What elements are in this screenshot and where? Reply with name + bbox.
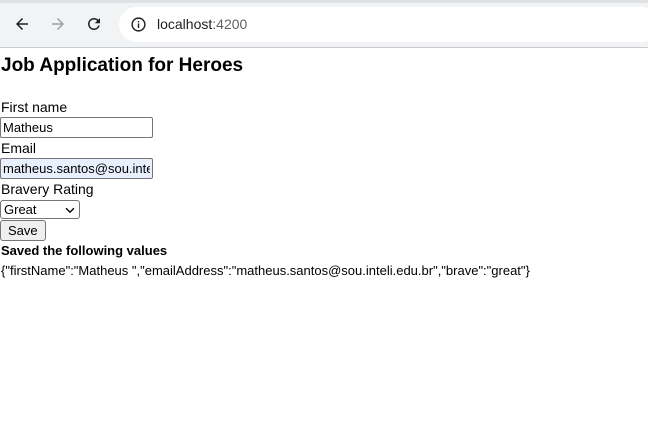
reload-icon: [87, 17, 100, 30]
arrow-left-icon: [16, 18, 28, 30]
tab-strip-edge: [0, 0, 648, 3]
bravery-rating-label: Bravery Rating: [1, 181, 94, 197]
back-button[interactable]: [9, 11, 35, 37]
saved-values-heading: Saved the following values: [1, 243, 168, 258]
first-name-label: First name: [1, 99, 68, 115]
save-button[interactable]: Save: [0, 220, 46, 241]
url-port: :4200: [212, 16, 248, 32]
email-input[interactable]: [0, 158, 153, 179]
arrow-right-icon: [52, 18, 64, 30]
page-title: Job Application for Heroes: [1, 55, 244, 76]
bravery-rating-select[interactable]: Great: [0, 200, 80, 219]
bravery-selected-value: Great: [4, 202, 37, 217]
site-info-button[interactable]: [127, 13, 149, 35]
forward-button[interactable]: [45, 11, 71, 37]
url-host: localhost: [157, 16, 213, 32]
first-name-input[interactable]: [0, 117, 153, 138]
chevron-down-icon: [65, 207, 75, 213]
info-icon: [130, 16, 146, 32]
url-text: localhost:4200: [157, 16, 247, 32]
address-bar[interactable]: localhost:4200: [119, 7, 648, 42]
saved-values-json: {"firstName":"Matheus ","emailAddress":"…: [1, 263, 530, 278]
reload-button[interactable]: [81, 11, 107, 37]
email-label: Email: [1, 140, 37, 156]
browser-toolbar: localhost:4200: [0, 0, 648, 48]
